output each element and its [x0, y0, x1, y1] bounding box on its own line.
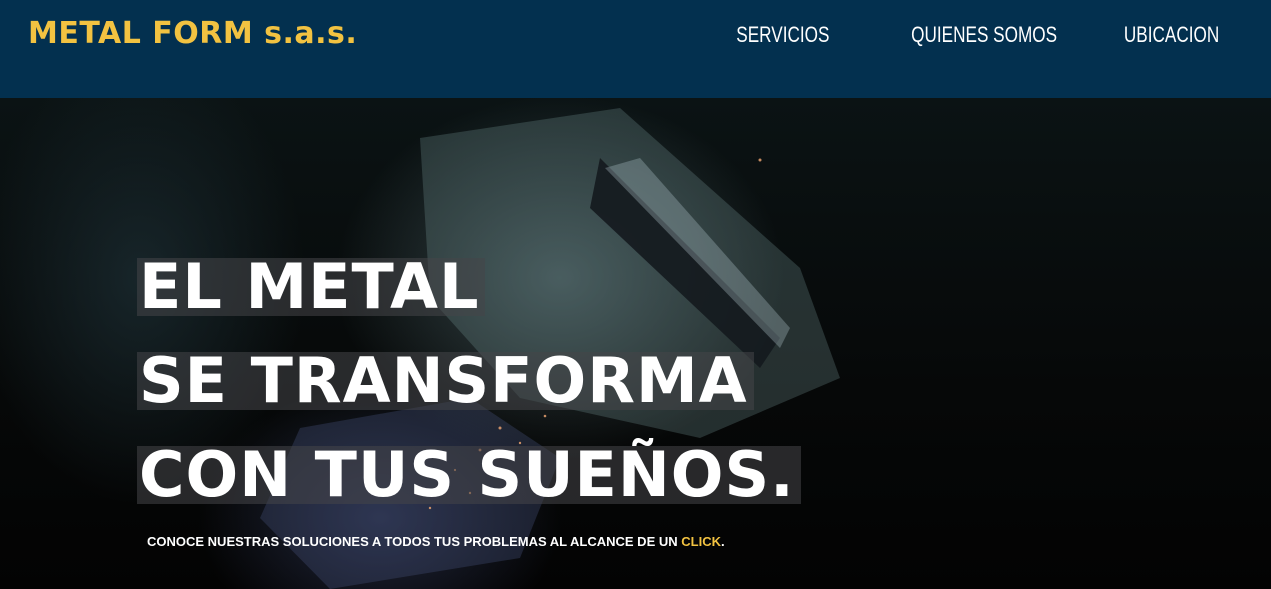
tagline-end: .	[720, 534, 725, 549]
tagline-text: CONOCE NUESTRAS SOLUCIONES A TODOS TUS P…	[147, 534, 682, 549]
main-nav: SERVICIOS QUIENES SOMOS UBICACION	[710, 22, 1219, 48]
headline-line-2: SE TRANSFORMA	[137, 350, 754, 412]
hero-section: EL METAL SE TRANSFORMA CON TUS SUEÑOS. C…	[0, 98, 1271, 589]
nav-link-servicios[interactable]: SERVICIOS	[737, 22, 830, 48]
hero-tagline: CONOCE NUESTRAS SOLUCIONES A TODOS TUS P…	[147, 534, 725, 549]
headline-line-1: EL METAL	[137, 256, 486, 318]
site-header: METAL FORM s.a.s. SERVICIOS QUIENES SOMO…	[0, 0, 1271, 98]
tagline-click-link[interactable]: CLICK	[681, 534, 721, 549]
brand-logo[interactable]: METAL FORM s.a.s.	[28, 16, 357, 51]
nav-link-quienes-somos[interactable]: QUIENES SOMOS	[911, 22, 1057, 48]
nav-link-ubicacion[interactable]: UBICACION	[1124, 22, 1219, 48]
headline-line-3: CON TUS SUEÑOS.	[137, 444, 801, 506]
